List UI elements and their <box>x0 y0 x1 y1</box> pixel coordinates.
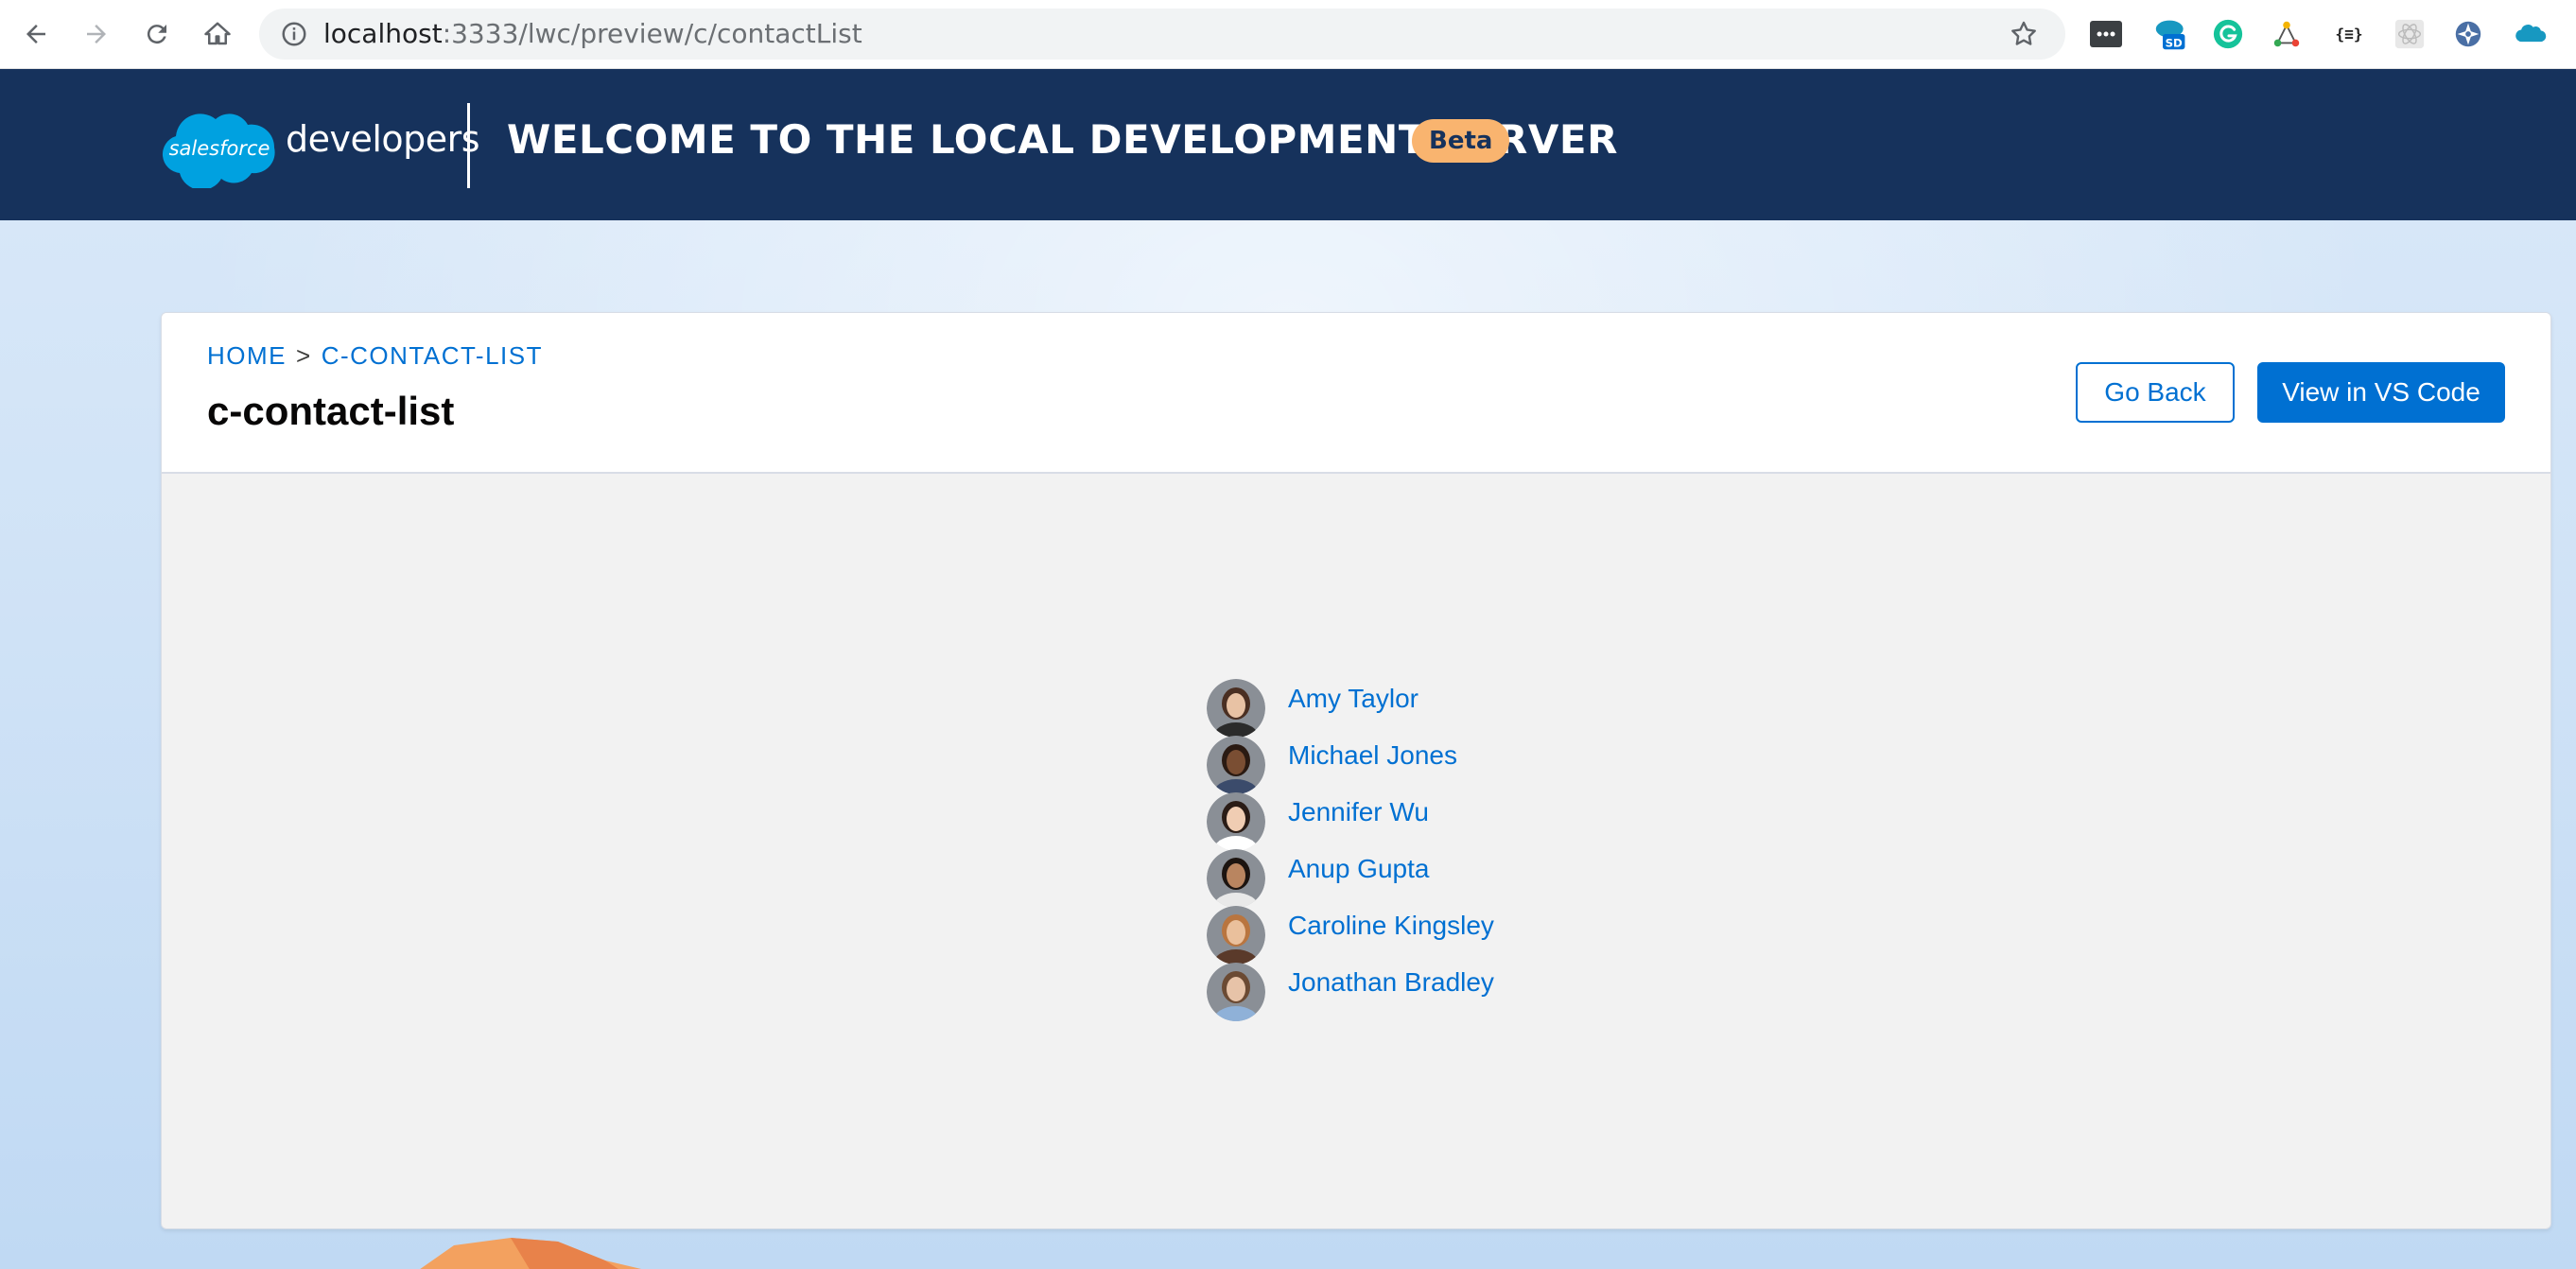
contact-avatar <box>1207 679 1265 738</box>
home-icon <box>204 22 231 45</box>
preview-card: HOME > C-CONTACT-LIST c-contact-list Go Ba… <box>161 312 2551 1229</box>
contact-avatar <box>1207 849 1265 908</box>
browser-toolbar: localhost:3333/lwc/preview/c/contactList… <box>0 0 2576 69</box>
contact-list-item[interactable]: Amy Taylor <box>1207 679 1680 738</box>
grammarly-icon[interactable] <box>2211 17 2245 51</box>
app-header: salesforce developers WELCOME TO THE LOC… <box>0 69 2576 220</box>
contact-list-item[interactable]: Michael Jones <box>1207 736 1680 794</box>
url-text[interactable]: localhost:3333/lwc/preview/c/contactList <box>323 9 862 60</box>
home-button[interactable] <box>197 13 238 55</box>
salesforce-sd-extension-icon[interactable]: SD <box>2154 17 2188 51</box>
page-title: c-contact-list <box>207 389 455 433</box>
contact-name-link[interactable]: Jonathan Bradley <box>1288 967 1494 998</box>
contact-avatar <box>1207 906 1265 965</box>
forward-button[interactable] <box>76 13 117 55</box>
salesforce-inspector-icon[interactable] <box>2514 17 2548 51</box>
header-divider <box>467 103 470 188</box>
contact-name-link[interactable]: Amy Taylor <box>1288 684 1419 714</box>
info-icon[interactable] <box>280 20 308 48</box>
contact-list-item[interactable]: Jonathan Bradley <box>1207 963 1680 1021</box>
json-formatter-icon[interactable]: {≡} <box>2332 17 2366 51</box>
network-extension-icon[interactable] <box>2270 17 2304 51</box>
url-host: localhost <box>323 18 443 49</box>
contact-list-item[interactable]: Caroline Kingsley <box>1207 906 1680 965</box>
contact-name-link[interactable]: Caroline Kingsley <box>1288 911 1494 941</box>
breadcrumb-separator: > <box>296 341 312 370</box>
brand-suffix: developers <box>286 118 480 160</box>
breadcrumb-current-link[interactable]: C-CONTACT-LIST <box>322 341 543 370</box>
contact-list: Amy Taylor Michael Jones Jennifer Wu Anup G… <box>1207 679 1680 1021</box>
bookmark-star-icon[interactable] <box>2009 19 2039 49</box>
url-path: :3333/lwc/preview/c/contactList <box>442 18 862 49</box>
arrow-left-icon <box>26 25 45 43</box>
go-back-button[interactable]: Go Back <box>2076 362 2235 423</box>
contact-name-link[interactable]: Jennifer Wu <box>1288 797 1429 827</box>
address-bar[interactable]: localhost:3333/lwc/preview/c/contactList <box>259 9 2065 60</box>
breadcrumb: HOME > C-CONTACT-LIST <box>207 341 543 371</box>
contact-list-item[interactable]: Jennifer Wu <box>1207 792 1680 851</box>
terminal-extension-icon[interactable] <box>2089 17 2123 51</box>
contact-avatar <box>1207 736 1265 794</box>
reload-icon <box>147 25 166 44</box>
breadcrumb-home-link[interactable]: HOME <box>207 341 287 370</box>
sd-label: SD <box>2166 37 2183 50</box>
beta-badge: Beta <box>1412 119 1510 163</box>
contact-avatar <box>1207 963 1265 1021</box>
background-hill-illustration <box>420 1238 642 1269</box>
contact-avatar <box>1207 792 1265 851</box>
contact-name-link[interactable]: Anup Gupta <box>1288 854 1429 884</box>
view-in-vs-code-button[interactable]: View in VS Code <box>2257 362 2505 423</box>
card-header: HOME > C-CONTACT-LIST c-contact-list Go Ba… <box>162 313 2550 474</box>
react-devtools-icon[interactable] <box>2393 17 2427 51</box>
reload-button[interactable] <box>136 13 178 55</box>
back-button[interactable] <box>15 13 57 55</box>
logo-text: salesforce <box>169 137 270 160</box>
salesforce-logo-icon: salesforce <box>162 113 275 188</box>
contact-list-item[interactable]: Anup Gupta <box>1207 849 1680 908</box>
contact-name-link[interactable]: Michael Jones <box>1288 740 1457 771</box>
arrow-right-icon <box>87 25 106 43</box>
json-label: {≡} <box>2335 25 2362 43</box>
sync-extension-icon[interactable] <box>2451 17 2485 51</box>
